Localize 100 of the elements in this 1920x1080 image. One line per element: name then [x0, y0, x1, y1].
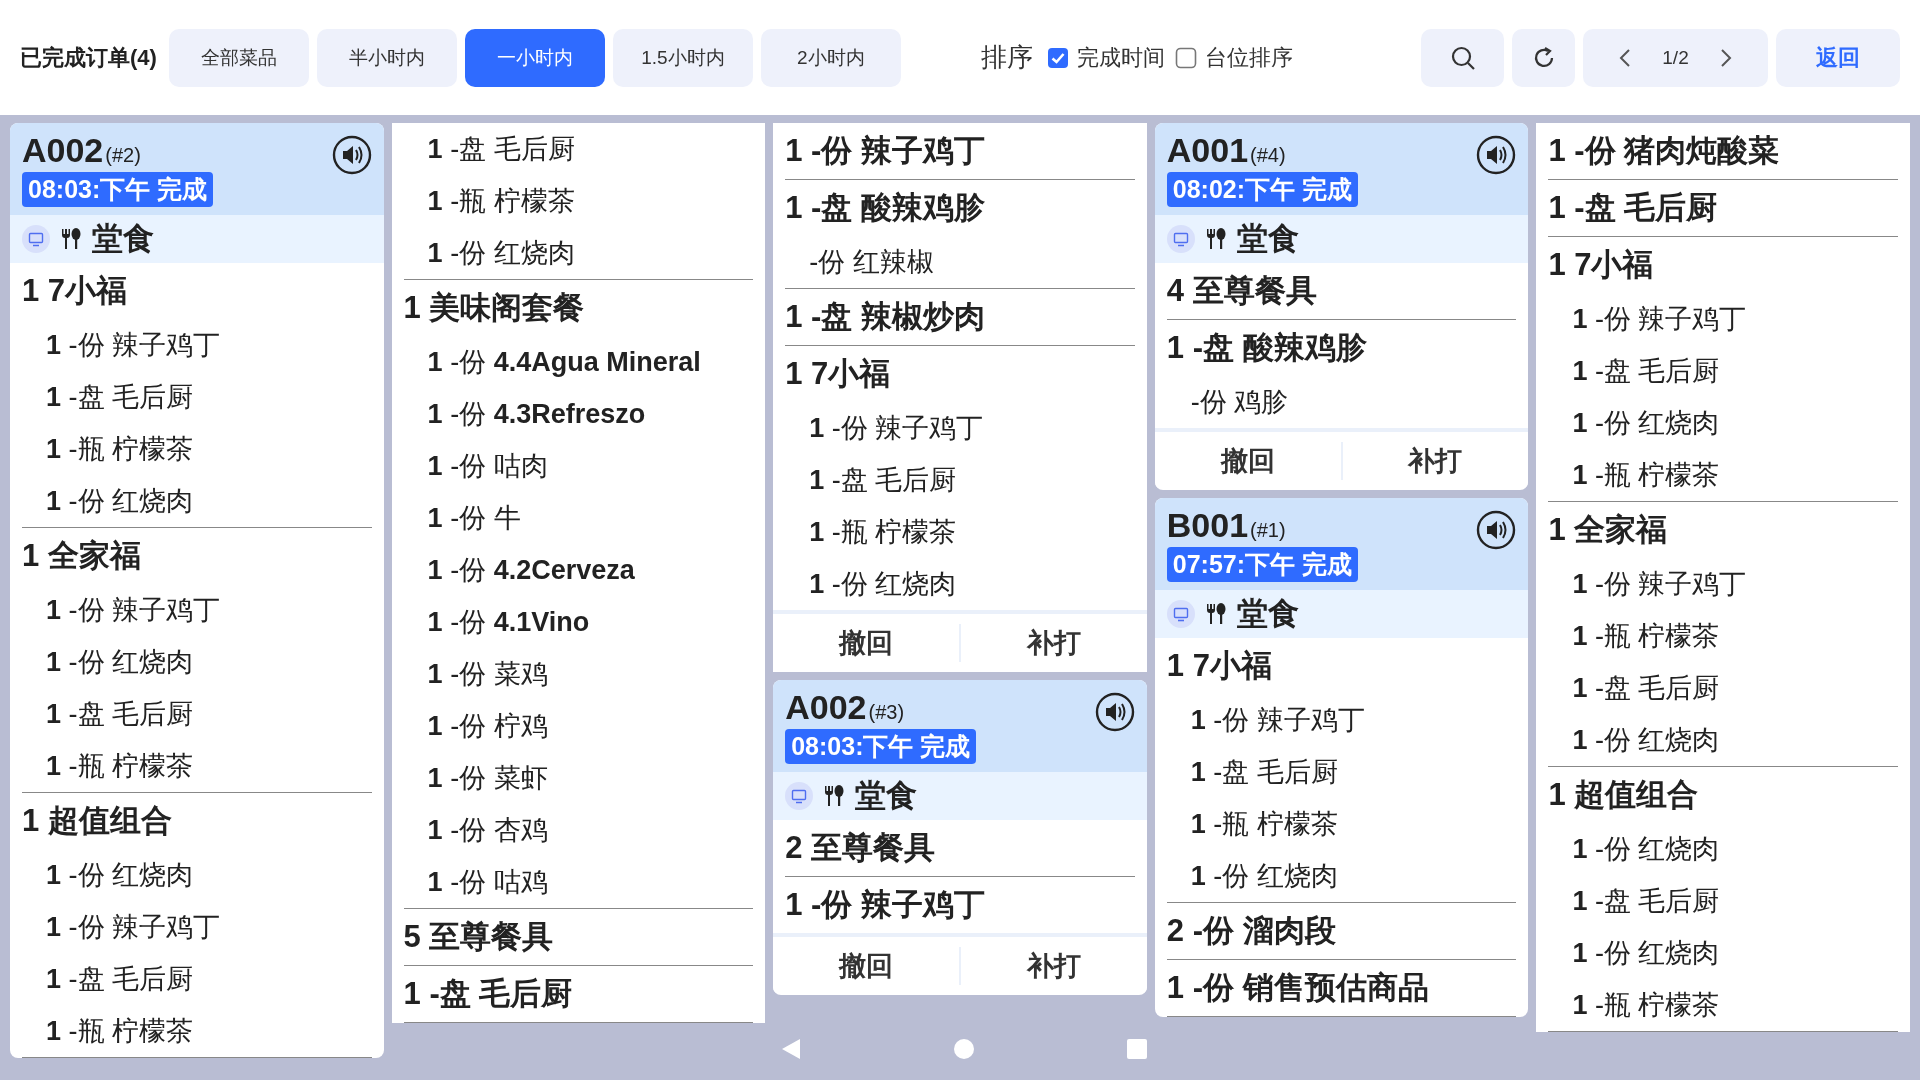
- dish-line: 5 至尊餐具: [403, 918, 555, 956]
- dish-line: 1 -盘 毛后厨: [1548, 189, 1719, 227]
- dish-line: 1 -份 销售预估商品: [1166, 969, 1430, 1007]
- dish-sub-line: -份 鸡胗: [1189, 386, 1290, 419]
- time-filter-tab[interactable]: 一小时内: [464, 28, 605, 87]
- search-icon: [1449, 44, 1476, 71]
- dish-sub-line: 1 -份 4.3Refreszo: [426, 398, 647, 431]
- dish-sub-line: 1 -份 柠鸡: [426, 710, 549, 743]
- dish-sub-line: 1 -瓶 柠檬茶: [45, 750, 195, 783]
- dish-sub-line: 1 -份 辣子鸡丁: [45, 911, 222, 944]
- dish-line: 1 -盘 辣椒炒肉: [785, 298, 986, 336]
- speaker-icon[interactable]: [1094, 692, 1135, 732]
- time-filter-tab[interactable]: 1.5小时内: [612, 28, 753, 87]
- dish-sub-line: 1 -份 红烧肉: [45, 646, 195, 679]
- sort-option-label[interactable]: 完成时间: [1076, 42, 1165, 73]
- dish-sub-line: -份 红辣椒: [808, 246, 935, 279]
- page-indicator: 1/2: [1662, 46, 1689, 69]
- dish-sub-line: 1 -盘 毛后厨: [426, 133, 576, 166]
- dish-line: 4 至尊餐具: [1166, 272, 1318, 310]
- dish-sub-line: 1 -瓶 柠檬茶: [808, 516, 958, 549]
- service-type: 堂食: [1236, 220, 1299, 258]
- dish-sub-line: 1 -份 红烧肉: [45, 859, 195, 892]
- dish-sub-line: 1 -瓶 柠檬茶: [426, 185, 576, 218]
- dish-sub-line: 1 -瓶 柠檬茶: [1189, 808, 1339, 841]
- speaker-icon[interactable]: [1476, 135, 1517, 175]
- dish-line: 1 7小福: [22, 272, 129, 310]
- refresh-button[interactable]: [1512, 28, 1575, 87]
- dish-sub-line: 1 -份 4.2Cerveza: [426, 554, 636, 587]
- fork-spoon-icon: [60, 227, 82, 251]
- dish-line: 1 全家福: [1548, 511, 1669, 549]
- dish-sub-line: 1 -瓶 柠檬茶: [45, 433, 195, 466]
- back-button[interactable]: 返回: [1776, 28, 1900, 87]
- dish-sub-line: 1 -盘 毛后厨: [1571, 355, 1721, 388]
- dish-sub-line: 1 -份 辣子鸡丁: [1571, 568, 1748, 601]
- dish-sub-line: 1 -瓶 柠檬茶: [1571, 620, 1721, 653]
- checkbox[interactable]: [1174, 46, 1197, 69]
- checkbox[interactable]: [1046, 46, 1069, 69]
- table-number: B001: [1166, 506, 1249, 545]
- table-number: A002: [22, 131, 104, 170]
- dish-line: 1 全家福: [22, 537, 142, 575]
- dish-sub-line: 1 -盘 毛后厨: [1189, 756, 1339, 789]
- dish-line: 2 至尊餐具: [785, 829, 937, 867]
- monitor-icon: [1166, 600, 1195, 628]
- dish-line: 1 7小福: [785, 355, 892, 393]
- search-button[interactable]: [1421, 28, 1504, 87]
- speaker-icon[interactable]: [1476, 510, 1517, 550]
- table-number: A002: [785, 688, 867, 727]
- order-sequence: (#2): [105, 144, 141, 167]
- dish-sub-line: 1 -份 红烧肉: [45, 485, 195, 518]
- dish-line: 1 -份 猪肉炖酸菜: [1548, 132, 1781, 170]
- dish-sub-line: 1 -盘 毛后厨: [1571, 672, 1721, 705]
- dish-sub-line: 1 -份 菜虾: [426, 762, 549, 795]
- sort-label: 排序: [980, 41, 1033, 74]
- dish-sub-line: 1 -份 4.1Vino: [426, 606, 591, 639]
- dish-sub-line: 1 -盘 毛后厨: [45, 381, 195, 414]
- dish-sub-line: 1 -份 红烧肉: [1571, 937, 1721, 970]
- table-number: A001: [1166, 131, 1249, 170]
- fork-spoon-icon: [823, 784, 846, 808]
- dish-sub-line: 1 -份 辣子鸡丁: [1189, 704, 1366, 737]
- time-filter-tab[interactable]: 全部菜品: [168, 28, 309, 87]
- dish-sub-line: 1 -份 红烧肉: [1571, 407, 1721, 440]
- order-sequence: (#3): [868, 701, 905, 724]
- dish-sub-line: 1 -份 红烧肉: [1571, 724, 1721, 757]
- service-type: 堂食: [855, 777, 918, 815]
- dish-sub-line: 1 -瓶 柠檬茶: [1571, 459, 1721, 492]
- dish-sub-line: 1 -盘 毛后厨: [45, 698, 195, 731]
- speaker-icon[interactable]: [331, 135, 372, 175]
- prev-page-icon[interactable]: [1618, 47, 1633, 68]
- completion-badge: 08:02:下午 完成: [1166, 172, 1358, 207]
- dish-sub-line: 1 -份 牛: [426, 502, 522, 535]
- dish-sub-line: 1 -份 辣子鸡丁: [808, 412, 985, 445]
- dish-line: 1 -份 辣子鸡丁: [785, 886, 986, 924]
- dish-line: 1 7小福: [1548, 246, 1655, 284]
- dish-line: 1 -盘 酸辣鸡胗: [785, 189, 986, 227]
- dish-sub-line: 1 -份 红烧肉: [808, 568, 958, 601]
- dish-line: 1 超值组合: [22, 802, 173, 840]
- next-page-icon[interactable]: [1718, 47, 1733, 68]
- dish-sub-line: 1 -份 辣子鸡丁: [45, 594, 222, 627]
- order-sequence: (#1): [1250, 519, 1286, 542]
- completion-badge: 08:03:下午 完成: [22, 172, 214, 207]
- time-filter-tab[interactable]: 2小时内: [760, 28, 901, 87]
- completion-badge: 08:03:下午 完成: [785, 729, 977, 764]
- sort-option-label[interactable]: 台位排序: [1204, 42, 1293, 73]
- service-type: 堂食: [92, 220, 154, 258]
- dish-line: 1 超值组合: [1548, 776, 1700, 814]
- dish-sub-line: 1 -份 4.4Agua Mineral: [426, 346, 702, 379]
- monitor-icon: [785, 782, 814, 810]
- monitor-icon: [22, 225, 50, 253]
- fork-spoon-icon: [1204, 227, 1227, 251]
- monitor-icon: [1166, 225, 1195, 253]
- dish-line: 2 -份 溜肉段: [1166, 912, 1337, 950]
- dish-line: 1 -盘 毛后厨: [403, 975, 574, 1013]
- dish-sub-line: 1 -盘 毛后厨: [1571, 885, 1721, 918]
- time-filter-tab[interactable]: 半小时内: [316, 28, 457, 87]
- dish-sub-line: 1 -份 菜鸡: [426, 658, 549, 691]
- dish-line: 1 -份 辣子鸡丁: [785, 132, 986, 170]
- dish-sub-line: 1 -盘 毛后厨: [45, 963, 195, 996]
- fork-spoon-icon: [1204, 602, 1227, 626]
- dish-line: 1 美味阁套餐: [403, 289, 586, 327]
- dish-sub-line: 1 -份 红烧肉: [426, 237, 576, 270]
